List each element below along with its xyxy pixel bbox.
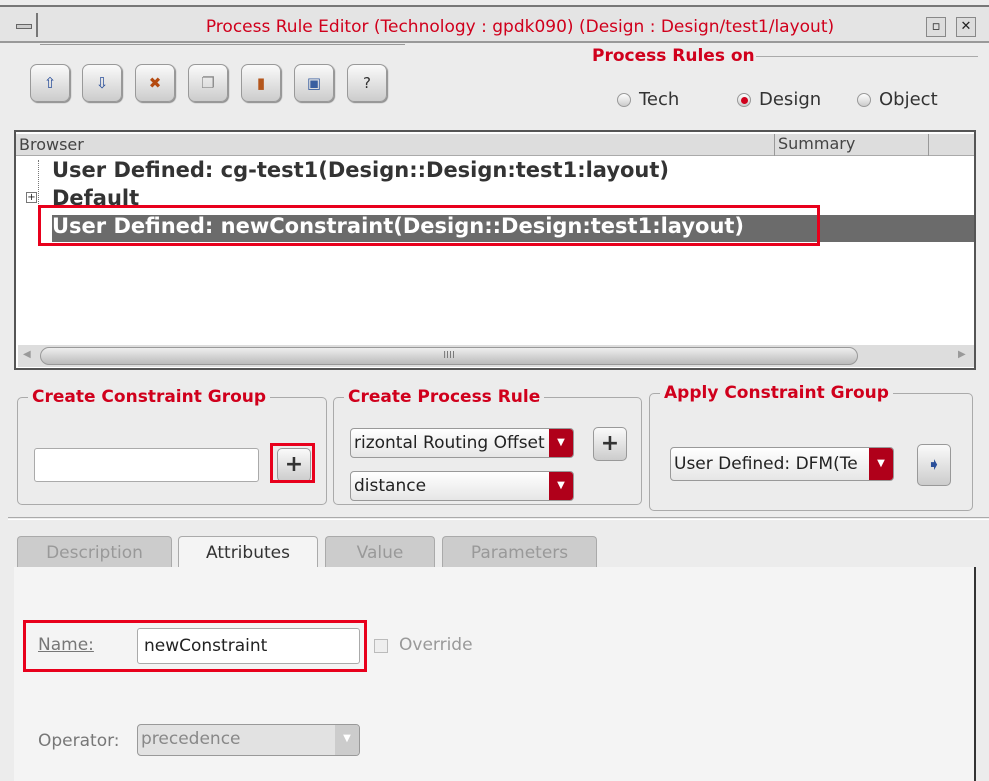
close-button[interactable]: ✕ [956,17,976,37]
paste-icon: ▮ [256,74,266,92]
save-icon: ▣ [306,74,322,92]
override-checkbox[interactable] [374,639,388,653]
arrow-down-icon: ⇩ [95,74,109,92]
create-process-rule-group: Create Process Rule rizontal Routing Off… [333,387,642,505]
tab-description[interactable]: Description [17,536,172,568]
dropdown-arrow-icon: ▼ [869,448,893,480]
copy-button[interactable]: ❐ [188,64,228,102]
delete-button[interactable]: ✖ [135,64,175,102]
rule-type-select[interactable]: distance ▼ [350,471,574,501]
radio-icon [617,92,631,107]
browser-header: Browser Summary [16,134,974,156]
arrow-up-icon: ⇧ [43,74,57,92]
create-constraint-group: Create Constraint Group + [17,387,327,505]
title-bar: Process Rule Editor (Technology : gpdk09… [0,5,989,43]
constraint-group-name-input[interactable] [34,448,259,482]
move-down-button[interactable]: ⇩ [82,64,122,102]
expand-icon[interactable]: + [26,192,37,203]
group-title: Create Process Rule [344,387,545,407]
dropdown-arrow-icon: ▼ [549,472,573,500]
tab-value[interactable]: Value [325,536,435,568]
horizontal-scrollbar[interactable]: ◀ IIII ▶ [18,345,974,367]
operator-select[interactable]: precedence ▼ [137,724,360,756]
scroll-right-icon[interactable]: ▶ [958,349,966,360]
radio-icon [857,92,871,107]
delete-icon: ✖ [148,74,162,92]
help-button[interactable]: ? [347,64,387,102]
move-up-button[interactable]: ⇧ [30,64,70,102]
apply-button[interactable]: ➧ [917,444,951,486]
divider [8,517,989,520]
window-menu-button[interactable] [8,13,38,37]
browser-tree: Browser Summary + User Defined: cg-test1… [14,130,976,370]
highlight-box [270,443,315,483]
rule-select[interactable]: rizontal Routing Offset ▼ [350,428,574,458]
dropdown-arrow-icon: ▼ [549,429,573,457]
scroll-thumb[interactable]: IIII [40,347,858,365]
group-title: Create Constraint Group [28,387,271,407]
rule-type-value: distance [354,476,427,496]
save-button[interactable]: ▣ [294,64,334,102]
dropdown-arrow-icon: ▼ [335,725,359,755]
apply-group-select[interactable]: User Defined: DFM(Te ▼ [670,447,894,481]
apply-constraint-group: Apply Constraint Group User Defined: DFM… [649,383,973,511]
tab-attributes[interactable]: Attributes [178,536,318,568]
operator-value: precedence [141,729,241,749]
window-title: Process Rule Editor (Technology : gpdk09… [205,17,835,37]
tree-item[interactable]: User Defined: cg-test1(Design::Design:te… [52,158,669,182]
divider [40,44,405,45]
paste-button[interactable]: ▮ [241,64,281,102]
radio-label: Design [759,89,822,110]
highlight-box [23,620,367,672]
minimize-button[interactable]: ▫ [926,17,946,37]
radio-selected-icon [737,92,751,107]
radio-tech[interactable]: Tech [617,89,679,110]
column-summary[interactable]: Summary [774,134,855,156]
apply-group-value: User Defined: DFM(Te [674,454,858,474]
rule-select-value: rizontal Routing Offset [354,433,545,453]
override-label: Override [399,635,473,655]
highlight-box [38,205,820,246]
tab-parameters[interactable]: Parameters [442,536,597,568]
add-process-rule-button[interactable]: + [593,427,627,461]
operator-label: Operator: [38,731,120,751]
radio-object[interactable]: Object [857,89,938,110]
attributes-panel: Name: newConstraint Override Operator: p… [14,567,976,781]
help-icon: ? [363,74,371,92]
scroll-left-icon[interactable]: ◀ [23,349,31,360]
column-browser[interactable]: Browser [19,135,84,154]
process-rules-on-label: Process Rules on [592,46,755,66]
copy-icon: ❐ [201,74,215,92]
radio-label: Object [879,89,938,110]
radio-label: Tech [639,89,680,110]
radio-design[interactable]: Design [737,89,821,110]
divider [756,56,978,57]
group-title: Apply Constraint Group [660,383,893,403]
